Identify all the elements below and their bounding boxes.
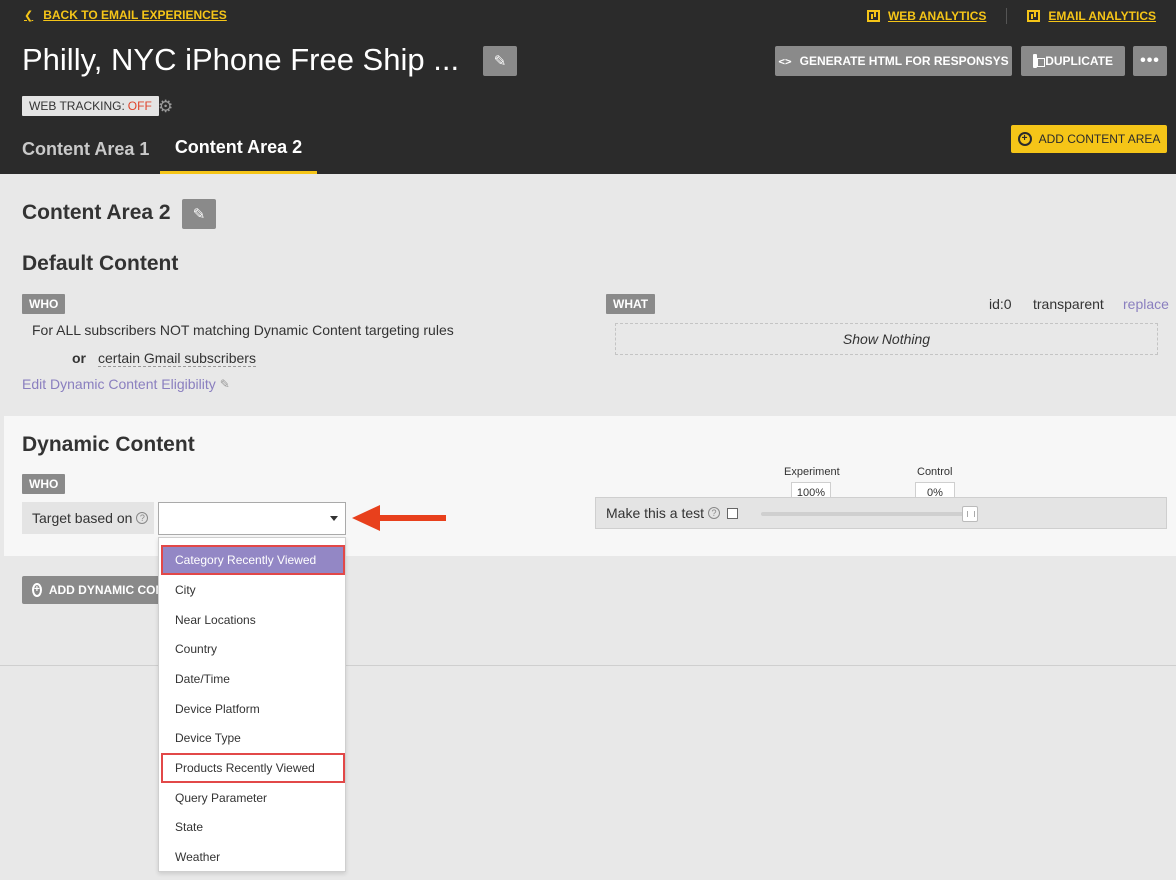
analytics-divider [1006, 8, 1008, 24]
who-badge: WHO [22, 294, 66, 314]
dynamic-content-heading: Dynamic Content [22, 433, 195, 456]
generate-html-label: GENERATE HTML FOR RESPONSYS [799, 54, 1009, 68]
tab-content-area-2[interactable]: Content Area 2 [160, 124, 317, 174]
more-options-button[interactable]: ••• [1133, 46, 1167, 76]
generate-html-button[interactable]: <> GENERATE HTML FOR RESPONSYS [775, 46, 1012, 76]
email-analytics-label: EMAIL ANALYTICS [1048, 9, 1156, 23]
copy-icon [1033, 54, 1046, 68]
dropdown-option-category-recently-viewed[interactable]: Category Recently Viewed [161, 545, 345, 575]
dropdown-option-query-parameter[interactable]: Query Parameter [161, 783, 345, 813]
add-dynamic-content-label: ADD DYNAMIC CON [48, 583, 162, 597]
back-link-label: BACK TO EMAIL EXPERIENCES [43, 8, 227, 22]
edit-eligibility-label: Edit Dynamic Content Eligibility [22, 376, 216, 392]
experiment-control-slider[interactable] [761, 512, 973, 516]
edit-eligibility-link[interactable]: Edit Dynamic Content Eligibility ✎ [22, 376, 230, 392]
dropdown-option-device-platform[interactable]: Device Platform [161, 694, 345, 724]
target-label-text: Target based on [32, 510, 133, 526]
bar-chart-icon [1027, 10, 1041, 22]
ellipsis-icon: ••• [1140, 52, 1160, 69]
email-analytics-link[interactable]: EMAIL ANALYTICS [1017, 9, 1166, 23]
experience-header: ❮ BACK TO EMAIL EXPERIENCES WEB ANALYTIC… [0, 0, 1176, 174]
replace-link[interactable]: replace [1123, 296, 1169, 312]
default-content-preview[interactable]: Show Nothing [615, 323, 1158, 355]
make-test-label: Make this a test [606, 505, 705, 521]
web-tracking-status: OFF [127, 99, 152, 113]
code-icon: <> [778, 54, 792, 68]
content-background: transparent [1033, 296, 1104, 312]
bar-chart-icon [866, 10, 880, 22]
dropdown-option-country[interactable]: Country [161, 634, 345, 664]
add-content-area-label: ADD CONTENT AREA [1038, 132, 1161, 146]
dropdown-option-state[interactable]: State [161, 812, 345, 842]
help-icon[interactable]: ? [708, 507, 721, 519]
gear-icon[interactable]: ⚙ [158, 98, 173, 115]
slider-handle[interactable] [962, 506, 978, 522]
dropdown-option-near-locations[interactable]: Near Locations [161, 605, 345, 635]
edit-title-button[interactable]: ✎ [483, 46, 517, 76]
dropdown-option-device-type[interactable]: Device Type [161, 723, 345, 753]
dropdown-option-city[interactable]: City [161, 575, 345, 605]
gmail-subscribers-link[interactable]: certain Gmail subscribers [98, 350, 256, 367]
red-arrow-icon [352, 503, 448, 533]
target-criteria-dropdown: Category Recently Viewed City Near Locat… [158, 537, 346, 872]
pencil-icon: ✎ [219, 377, 230, 391]
content-id: id:0 [989, 296, 1012, 312]
web-tracking-badge: WEB TRACKING: OFF [22, 96, 159, 116]
add-content-area-button[interactable]: + ADD CONTENT AREA [1011, 125, 1167, 153]
or-label: or [72, 350, 86, 366]
web-tracking-label: WEB TRACKING: [29, 99, 125, 113]
back-to-email-experiences-link[interactable]: ❮ BACK TO EMAIL EXPERIENCES [24, 8, 227, 22]
default-content-heading: Default Content [22, 252, 179, 275]
dropdown-option-date-time[interactable]: Date/Time [161, 664, 345, 694]
experiment-label: Experiment [784, 466, 840, 478]
target-based-on-label: Target based on ? [22, 502, 154, 534]
analytics-links: WEB ANALYTICS EMAIL ANALYTICS [857, 8, 1166, 24]
content-area-title: Content Area 2 [22, 201, 171, 224]
web-analytics-link[interactable]: WEB ANALYTICS [857, 9, 996, 23]
edit-content-area-button[interactable]: ✎ [182, 199, 216, 229]
duplicate-button[interactable]: DUPLICATE [1021, 46, 1125, 76]
make-test-row: Make this a test ? [606, 505, 739, 521]
plus-circle-icon: + [32, 583, 42, 597]
control-label: Control [917, 466, 953, 478]
what-badge: WHAT [606, 294, 656, 314]
help-icon[interactable]: ? [136, 512, 149, 524]
caret-down-icon [330, 516, 338, 521]
chevron-left-icon: ❮ [24, 9, 34, 22]
make-test-checkbox[interactable] [727, 507, 739, 519]
page-title: Philly, NYC iPhone Free Ship ... [22, 42, 460, 77]
plus-circle-icon: + [1017, 132, 1032, 146]
pencil-icon: ✎ [192, 205, 206, 223]
duplicate-label: DUPLICATE [1045, 54, 1113, 68]
dropdown-option-products-recently-viewed[interactable]: Products Recently Viewed [161, 753, 345, 783]
tab-content-area-1[interactable]: Content Area 1 [22, 124, 149, 174]
target-criteria-select[interactable] [158, 502, 346, 535]
add-dynamic-content-button[interactable]: + ADD DYNAMIC CON [22, 576, 162, 604]
make-test-panel: Make this a test ? [595, 497, 1167, 529]
pencil-icon: ✎ [493, 52, 507, 70]
default-who-description: For ALL subscribers NOT matching Dynamic… [32, 322, 454, 338]
show-nothing-label: Show Nothing [842, 331, 931, 347]
dynamic-who-badge: WHO [22, 474, 66, 494]
web-analytics-label: WEB ANALYTICS [887, 9, 987, 23]
dropdown-option-weather[interactable]: Weather [161, 842, 345, 872]
gmail-eligibility-line: or certain Gmail subscribers [72, 350, 256, 367]
